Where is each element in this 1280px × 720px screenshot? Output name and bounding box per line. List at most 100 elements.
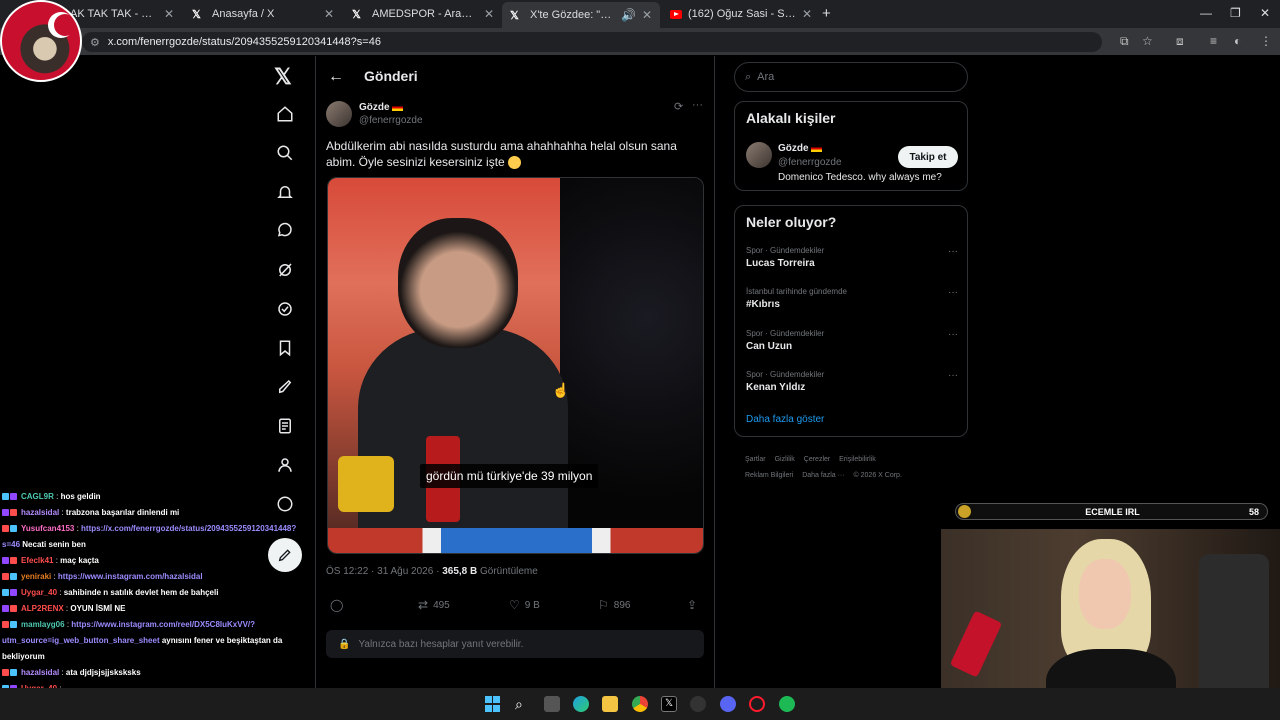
like-button[interactable]: ♡ 9 B — [509, 598, 540, 612]
spotify-icon[interactable] — [779, 696, 795, 712]
rocket-icon[interactable] — [274, 378, 296, 400]
chat-message: hazalsidal : ata djdjsjsjjsksksks — [2, 665, 317, 681]
new-tab-button[interactable]: + — [822, 5, 831, 22]
profile-nav-icon[interactable] — [274, 456, 296, 478]
edge-icon[interactable] — [573, 696, 589, 712]
footer-link[interactable]: Erişilebilirlik — [839, 456, 876, 463]
file-explorer-icon[interactable] — [602, 696, 618, 712]
footer-link[interactable]: Çerezler — [804, 456, 830, 463]
trend-item[interactable]: Spor · Gündemdekiler Kenan Yıldız ··· — [746, 370, 958, 393]
trend-item[interactable]: Spor · Gündemdekiler Can Uzun ··· — [746, 329, 958, 352]
tab-title: AMEDSPOR - Arama / X — [372, 8, 478, 20]
windows-start-icon[interactable] — [485, 696, 501, 712]
chat-link[interactable]: https://www.instagram.com/hazalsidal — [58, 572, 203, 581]
url-field[interactable]: ⚙ x.com/fenerrgozde/status/2094355259120… — [82, 32, 1102, 52]
trends-card: Neler oluyor? Spor · Gündemdekiler Lucas… — [734, 205, 968, 437]
chat-link[interactable]: https://www.instagram.com/reel/DX5C8luKx… — [71, 620, 255, 629]
profile-icon[interactable]: ◐ — [1234, 34, 1241, 48]
chat-username[interactable]: ALP2RENX — [21, 604, 64, 613]
tab-youtube-2[interactable]: (162) Oğuz Sasi - Spam Atma A ✕ — [662, 4, 820, 24]
close-icon[interactable]: ✕ — [324, 7, 334, 21]
tab-youtube-1[interactable]: AK TAK TAK - YouTube ✕ — [62, 4, 182, 24]
badge-icon — [2, 669, 9, 677]
chat-link[interactable]: s=46 — [2, 540, 20, 549]
premium-icon[interactable] — [274, 300, 296, 322]
show-more-link[interactable]: Daha fazla göster — [746, 414, 824, 425]
tab-anasayfa[interactable]: 𝕏 Anasayfa / X ✕ — [184, 4, 342, 24]
grok-icon[interactable] — [274, 261, 296, 283]
more-options-icon[interactable]: ··· — [948, 370, 958, 381]
close-icon[interactable]: ✕ — [484, 7, 494, 21]
bookmark-button[interactable]: ⚐ 896 — [598, 598, 630, 612]
related-title: Alakalı kişiler — [746, 110, 836, 126]
bookmark-star-icon[interactable]: ☆ — [1142, 34, 1153, 48]
search-icon[interactable] — [274, 144, 296, 166]
author-name[interactable]: Gözde — [359, 102, 403, 113]
chat-link[interactable]: utm_source=ig_web_button_share_sheet — [2, 636, 160, 645]
app-icon[interactable] — [690, 696, 706, 712]
address-bar: ⚙ x.com/fenerrgozde/status/2094355259120… — [0, 28, 1280, 56]
related-user-name[interactable]: Gözde — [778, 143, 822, 154]
related-people-card: Alakalı kişiler Gözde @fenerrgozde Domen… — [734, 101, 968, 191]
close-window-button[interactable]: ✕ — [1260, 6, 1270, 20]
x-app-icon[interactable]: 𝕏 — [661, 696, 677, 712]
chat-username[interactable]: hazalsidal — [21, 508, 59, 517]
more-options-icon[interactable]: ··· — [692, 99, 703, 111]
chat-username[interactable]: Uygar_40 — [21, 588, 57, 597]
chat-link[interactable]: https://x.com/fenerrgozde/status/2094355… — [81, 524, 296, 533]
tab-amedspor[interactable]: 𝕏 AMEDSPOR - Arama / X ✕ — [344, 4, 502, 24]
chat-username[interactable]: Efeclk41 — [21, 556, 53, 565]
grok-explain-icon[interactable]: ⟳ — [674, 100, 683, 113]
close-icon[interactable]: ✕ — [642, 8, 652, 22]
chat-username[interactable]: Yusufcan4153 — [21, 524, 74, 533]
share-button[interactable]: ⇪ — [687, 598, 702, 612]
chrome-icon[interactable] — [632, 696, 648, 712]
reply-button[interactable]: ◯ — [330, 598, 348, 612]
chat-username[interactable]: CAGL9R — [21, 492, 54, 501]
lists-icon[interactable] — [274, 417, 296, 439]
site-settings-icon[interactable]: ⚙ — [90, 36, 100, 49]
home-icon[interactable] — [274, 105, 296, 127]
minimize-button[interactable]: — — [1200, 6, 1212, 20]
badge-icon — [10, 589, 17, 597]
install-icon[interactable]: ⧉ — [1120, 34, 1129, 49]
task-view-icon[interactable] — [544, 696, 560, 712]
search-input[interactable]: ⌕ Ara — [734, 62, 968, 92]
notifications-icon[interactable] — [274, 183, 296, 205]
close-icon[interactable]: ✕ — [164, 7, 174, 21]
messages-icon[interactable] — [274, 222, 296, 244]
bookmarks-icon[interactable] — [274, 339, 296, 361]
follow-button[interactable]: Takip et — [898, 146, 958, 168]
x-logo-icon[interactable]: 𝕏 — [274, 64, 292, 90]
opera-icon[interactable] — [749, 696, 765, 712]
author-handle[interactable]: @fenerrgozde — [359, 115, 423, 126]
trend-item[interactable]: İstanbul tarihinde gündemde #Kıbrıs ··· — [746, 287, 958, 310]
more-options-icon[interactable]: ··· — [948, 287, 958, 298]
footer-link[interactable]: Şartlar — [745, 456, 766, 463]
chat-username[interactable]: hazalsidal — [21, 668, 59, 677]
chat-username[interactable]: mamlayg06 — [21, 620, 65, 629]
discord-icon[interactable] — [720, 696, 736, 712]
media-icon[interactable]: ≡ — [1210, 34, 1217, 48]
chat-username[interactable]: yeniraki — [21, 572, 51, 581]
tweet-video[interactable]: gördün mü türkiye'de 39 milyon — [327, 177, 704, 554]
speaker-icon[interactable]: 🔊 — [621, 8, 636, 22]
trend-item[interactable]: Spor · Gündemdekiler Lucas Torreira ··· — [746, 246, 958, 269]
avatar[interactable] — [326, 101, 352, 127]
retweet-button[interactable]: ⇄ 495 — [418, 598, 450, 612]
avatar[interactable] — [746, 142, 772, 168]
more-options-icon[interactable]: ··· — [948, 246, 958, 257]
back-arrow-icon[interactable]: ← — [328, 68, 344, 86]
footer-link[interactable]: Daha fazla ··· — [802, 472, 844, 479]
chat-message: ALP2RENX : OYUN İSMİ NE — [2, 601, 317, 617]
related-user-handle[interactable]: @fenerrgozde — [778, 157, 842, 168]
restore-button[interactable]: ❐ — [1230, 6, 1241, 20]
close-icon[interactable]: ✕ — [802, 7, 812, 21]
menu-icon[interactable]: ⋮ — [1260, 34, 1272, 48]
tab-active-tweet[interactable]: 𝕏 X'te Gözdee: "Abdülkerim 🔊 ✕ — [502, 2, 660, 28]
more-options-icon[interactable]: ··· — [948, 329, 958, 340]
search-icon[interactable]: ⌕ — [515, 696, 531, 712]
footer-link[interactable]: Gizlilik — [775, 456, 795, 463]
extensions-icon[interactable]: ⧈ — [1176, 34, 1184, 49]
footer-link[interactable]: Reklam Bilgileri — [745, 472, 793, 479]
